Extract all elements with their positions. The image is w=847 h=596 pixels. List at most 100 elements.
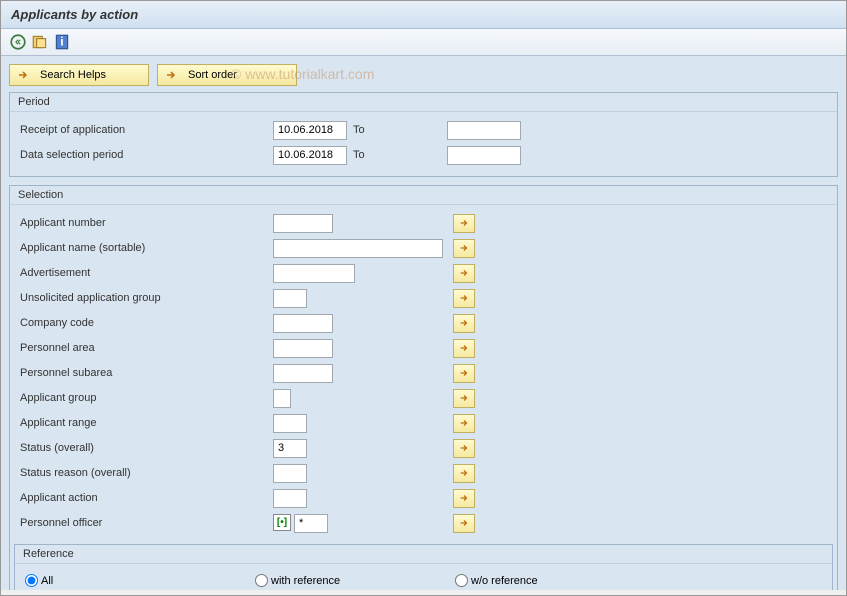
field-input[interactable] <box>273 364 333 383</box>
radio-with-label: with reference <box>271 575 340 587</box>
field-input[interactable] <box>273 339 333 358</box>
selection-indicator-icon[interactable]: [•] <box>273 514 291 531</box>
field-label: Applicant range <box>18 417 273 429</box>
variant-icon[interactable] <box>31 33 49 51</box>
field-label: Company code <box>18 317 273 329</box>
input-wrap <box>273 489 453 508</box>
svg-text:i: i <box>60 34 63 48</box>
field-label: Personnel subarea <box>18 367 273 379</box>
field-label: Applicant group <box>18 392 273 404</box>
radio-all-label: All <box>41 575 53 587</box>
input-wrap <box>273 339 453 358</box>
input-wrap <box>273 389 453 408</box>
datasel-to-input[interactable] <box>447 146 521 165</box>
field-input[interactable] <box>273 389 291 408</box>
sort-order-button[interactable]: Sort order <box>157 64 297 86</box>
page-title: Applicants by action <box>11 7 138 22</box>
field-input[interactable] <box>273 289 307 308</box>
receipt-to-input[interactable] <box>447 121 521 140</box>
arrow-right-icon <box>164 68 178 82</box>
receipt-from-input[interactable] <box>273 121 347 140</box>
input-wrap <box>273 214 453 233</box>
sort-order-label: Sort order <box>188 69 237 81</box>
reference-group: Reference All with reference w/o referen… <box>14 544 833 590</box>
datasel-from-input[interactable] <box>273 146 347 165</box>
execute-icon[interactable] <box>9 33 27 51</box>
input-wrap <box>273 439 453 458</box>
to-label: To <box>347 149 447 161</box>
field-input[interactable] <box>273 314 333 333</box>
period-title: Period <box>10 93 837 112</box>
field-input[interactable] <box>273 489 307 508</box>
selection-row: Applicant range <box>18 411 829 435</box>
multi-selection-button[interactable] <box>453 289 475 308</box>
radio-without-label: w/o reference <box>471 575 538 587</box>
datasel-label: Data selection period <box>18 149 273 161</box>
field-label: Applicant name (sortable) <box>18 242 273 254</box>
multi-selection-button[interactable] <box>453 439 475 458</box>
button-row: Search Helps Sort order <box>9 64 838 86</box>
selection-row: Applicant number <box>18 211 829 235</box>
search-helps-button[interactable]: Search Helps <box>9 64 149 86</box>
toolbar: i <box>1 29 846 56</box>
field-label: Applicant action <box>18 492 273 504</box>
selection-row: Personnel subarea <box>18 361 829 385</box>
multi-selection-button[interactable] <box>453 464 475 483</box>
field-input[interactable] <box>273 414 307 433</box>
field-input[interactable] <box>273 239 443 258</box>
radio-all-input[interactable] <box>25 574 38 587</box>
field-input[interactable] <box>294 514 328 533</box>
selection-row: Applicant action <box>18 486 829 510</box>
multi-selection-button[interactable] <box>453 264 475 283</box>
field-label: Unsolicited application group <box>18 292 273 304</box>
selection-row: Personnel area <box>18 336 829 360</box>
title-bar: Applicants by action <box>1 1 846 29</box>
radio-without[interactable]: w/o reference <box>455 574 538 587</box>
field-label: Personnel area <box>18 342 273 354</box>
multi-selection-button[interactable] <box>453 489 475 508</box>
multi-selection-button[interactable] <box>453 214 475 233</box>
multi-selection-button[interactable] <box>453 414 475 433</box>
selection-title: Selection <box>10 186 837 205</box>
input-wrap <box>273 239 453 258</box>
field-input[interactable] <box>273 439 307 458</box>
radio-with-input[interactable] <box>255 574 268 587</box>
multi-selection-button[interactable] <box>453 389 475 408</box>
field-label: Advertisement <box>18 267 273 279</box>
field-input[interactable] <box>273 264 355 283</box>
input-wrap <box>273 364 453 383</box>
selection-row: Company code <box>18 311 829 335</box>
content-area: © www.tutorialkart.com Search Helps Sort… <box>1 56 846 590</box>
multi-selection-button[interactable] <box>453 239 475 258</box>
to-label: To <box>347 124 447 136</box>
radio-all[interactable]: All <box>25 574 255 587</box>
multi-selection-button[interactable] <box>453 339 475 358</box>
multi-selection-button[interactable] <box>453 314 475 333</box>
arrow-right-icon <box>16 68 30 82</box>
multi-selection-button[interactable] <box>453 514 475 533</box>
multi-selection-button[interactable] <box>453 364 475 383</box>
period-group: Period Receipt of application To Data se… <box>9 92 838 177</box>
selection-row: Applicant group <box>18 386 829 410</box>
field-label: Personnel officer <box>18 517 273 529</box>
field-label: Applicant number <box>18 217 273 229</box>
reference-title: Reference <box>15 545 832 564</box>
receipt-label: Receipt of application <box>18 124 273 136</box>
search-helps-label: Search Helps <box>40 69 106 81</box>
field-input[interactable] <box>273 214 333 233</box>
selection-row: Status (overall) <box>18 436 829 460</box>
field-input[interactable] <box>273 464 307 483</box>
input-wrap <box>273 264 453 283</box>
input-wrap <box>273 289 453 308</box>
input-wrap <box>273 464 453 483</box>
selection-row: Applicant name (sortable) <box>18 236 829 260</box>
radio-without-input[interactable] <box>455 574 468 587</box>
selection-row: Unsolicited application group <box>18 286 829 310</box>
selection-row: Personnel officer[•] <box>18 511 829 535</box>
selection-row: Status reason (overall) <box>18 461 829 485</box>
info-icon[interactable]: i <box>53 33 71 51</box>
radio-with[interactable]: with reference <box>255 574 455 587</box>
field-label: Status reason (overall) <box>18 467 273 479</box>
input-wrap <box>273 414 453 433</box>
selection-row: Advertisement <box>18 261 829 285</box>
